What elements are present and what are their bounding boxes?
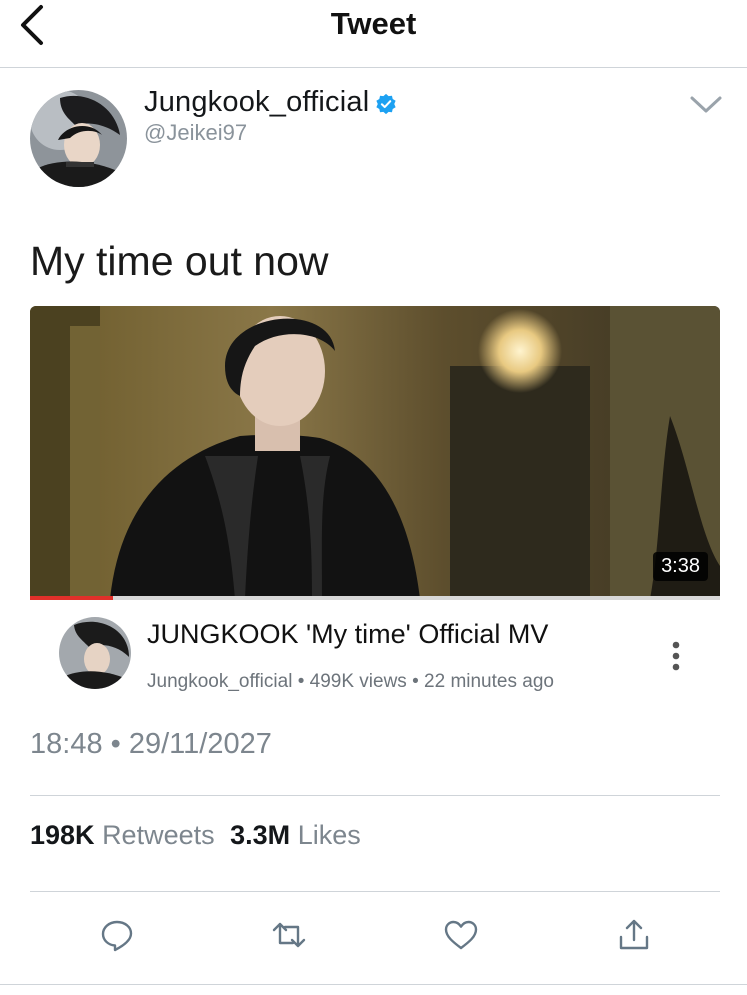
video-meta: Jungkook_official • 499K views • 22 minu… [147,671,554,693]
like-button[interactable] [443,917,479,953]
tweet-text: My time out now [30,238,329,284]
like-icon [444,920,478,950]
upload-age: 22 minutes ago [424,671,554,692]
thumbnail-image [30,306,720,599]
video-progress-fill [30,596,113,600]
navigation-bar: Tweet [0,0,747,68]
avatar-image [30,90,127,187]
tweet-timestamp: 18:48 • 29/11/2027 [30,728,272,761]
author-handle[interactable]: @Jeikei97 [144,120,247,146]
retweets-label: Retweets [102,820,215,850]
reply-button[interactable] [99,917,135,953]
engagement-stats: 198K Retweets 3.3M Likes [30,820,361,851]
channel-name[interactable]: Jungkook_official [147,671,292,692]
share-icon [619,919,649,950]
video-menu-button[interactable] [666,636,686,676]
tweet-date: 29/11/2027 [128,728,272,760]
share-button[interactable] [616,917,652,953]
tweet-time: 18:48 [30,728,103,760]
verified-badge-icon [376,93,396,114]
likes-label: Likes [297,820,361,850]
retweets-stat[interactable]: 198K Retweets [30,820,222,850]
channel-avatar[interactable] [59,617,131,689]
meta-separator: • [297,671,305,692]
tweet-menu-button[interactable] [688,92,724,118]
meta-separator: • [412,671,419,692]
view-count: 499K views [309,671,407,692]
likes-stat[interactable]: 3.3M Likes [230,820,361,850]
channel-avatar-image [59,617,131,689]
retweet-icon [272,922,306,948]
page-title: Tweet [330,6,417,41]
divider [30,891,720,892]
author-avatar[interactable] [30,90,127,187]
video-card[interactable]: 3:38 JUNGKOOK 'My time' Official MV Jung… [30,306,720,702]
likes-count: 3.3M [230,820,291,850]
chevron-down-icon [690,96,722,113]
retweet-button[interactable] [271,917,307,953]
video-duration: 3:38 [653,552,708,581]
more-vertical-icon [672,641,680,671]
video-thumbnail[interactable]: 3:38 [30,306,720,599]
reply-icon [101,920,133,952]
divider [30,795,720,796]
bottom-divider [0,984,747,985]
retweets-count: 198K [30,820,95,850]
video-title[interactable]: JUNGKOOK 'My time' Official MV [147,619,548,650]
video-progress-bar [30,596,720,600]
author-name[interactable]: Jungkook_official [144,86,369,119]
timestamp-separator: • [110,728,121,760]
